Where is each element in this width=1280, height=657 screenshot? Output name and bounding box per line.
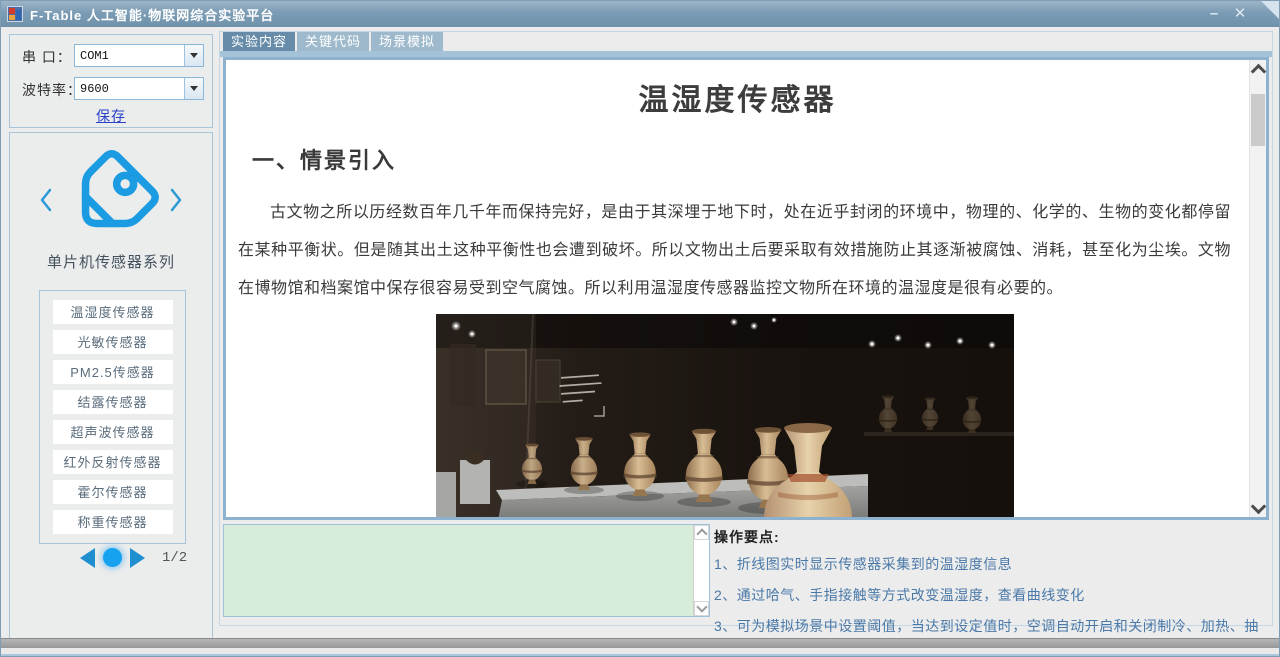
baud-rate-value: 9600 <box>75 78 184 99</box>
serial-port-label: 串 口： <box>22 47 72 67</box>
log-scroll-down-button[interactable] <box>694 601 709 616</box>
note-item: 1、折线图实时显示传感器采集到的温湿度信息 <box>714 554 1264 574</box>
sensor-button-ultrasonic[interactable]: 超声波传感器 <box>53 420 173 444</box>
app-logo-icon <box>7 6 23 22</box>
sensor-button-light[interactable]: 光敏传感器 <box>53 330 173 354</box>
document: 温湿度传感器 一、情景引入 古文物之所以历经数百年几千年而保持完好，是由于其深埋… <box>226 60 1249 517</box>
carousel-next-icon[interactable] <box>168 187 184 218</box>
carousel-prev-icon[interactable] <box>38 187 54 218</box>
museum-photo <box>436 314 1014 517</box>
sensor-button-ir-reflect[interactable]: 红外反射传感器 <box>53 450 173 474</box>
sensor-button-dew[interactable]: 结露传感器 <box>53 390 173 414</box>
log-scroll-up-button[interactable] <box>694 525 709 540</box>
page-dot-icon <box>103 548 122 567</box>
notes-title: 操作要点: <box>714 527 1264 547</box>
serial-port-value: COM1 <box>75 45 184 66</box>
dropdown-arrow-icon[interactable] <box>184 78 203 99</box>
pager: 1/2 <box>10 547 212 569</box>
page-next-icon[interactable] <box>130 548 145 568</box>
close-button[interactable]: ✕ <box>1229 4 1251 24</box>
save-link[interactable]: 保存 <box>10 106 212 126</box>
document-scrollbar[interactable] <box>1249 60 1266 517</box>
series-label: 单片机传感器系列 <box>10 251 212 272</box>
tag-icon <box>58 145 164 256</box>
dropdown-arrow-icon[interactable] <box>184 45 203 66</box>
titlebar[interactable]: F-Table 人工智能·物联网综合实验平台 – ✕ <box>1 1 1279 27</box>
sensor-button-hall[interactable]: 霍尔传感器 <box>53 480 173 504</box>
log-textarea[interactable] <box>223 524 710 617</box>
tab-bar: 实验内容 关键代码 场景模拟 <box>223 32 443 51</box>
window-resize-bar[interactable] <box>1 638 1279 648</box>
corner-fold-decoration <box>1261 1 1279 19</box>
sensor-button-temp-humidity[interactable]: 温湿度传感器 <box>53 300 173 324</box>
note-item: 2、通过哈气、手指接触等方式改变温湿度，查看曲线变化 <box>714 585 1264 605</box>
page-indicator: 1/2 <box>162 550 187 566</box>
sensor-series-carousel <box>10 141 212 257</box>
baud-rate-label: 波特率： <box>22 80 82 100</box>
doc-paragraph: 古文物之所以历经数百年几千年而保持完好，是由于其深埋于地下时，处在近乎封闭的环境… <box>238 194 1231 308</box>
sensor-button-pm25[interactable]: PM2.5传感器 <box>53 360 173 384</box>
tab-scene-simulation[interactable]: 场景模拟 <box>371 32 443 51</box>
serial-settings-panel: 串 口： COM1 波特率： 9600 保存 <box>9 34 213 128</box>
app-window: F-Table 人工智能·物联网综合实验平台 – ✕ 串 口： COM1 波特率… <box>0 0 1280 657</box>
sensor-list: 温湿度传感器 光敏传感器 PM2.5传感器 结露传感器 超声波传感器 红外反射传… <box>39 290 186 544</box>
log-scrollbar[interactable] <box>693 525 709 616</box>
doc-section-heading: 一、情景引入 <box>252 148 1249 174</box>
sensor-series-panel: 单片机传感器系列 温湿度传感器 光敏传感器 PM2.5传感器 结露传感器 超声波… <box>9 132 213 641</box>
minimize-button[interactable]: – <box>1203 4 1225 24</box>
baud-rate-select[interactable]: 9600 <box>74 77 204 100</box>
scroll-up-button[interactable] <box>1250 60 1266 77</box>
window-title: F-Table 人工智能·物联网综合实验平台 <box>30 5 274 24</box>
window-bottom-frame <box>1 648 1279 656</box>
sensor-button-weight[interactable]: 称重传感器 <box>53 510 173 534</box>
serial-port-select[interactable]: COM1 <box>74 44 204 67</box>
main-area: 实验内容 关键代码 场景模拟 温湿度传感器 一、情景引入 古文物之所以历经数百年… <box>219 31 1273 626</box>
tab-experiment-content[interactable]: 实验内容 <box>223 32 295 51</box>
scrollbar-thumb[interactable] <box>1251 94 1265 146</box>
page-prev-icon[interactable] <box>80 548 95 568</box>
scroll-down-button[interactable] <box>1250 500 1266 517</box>
document-panel: 温湿度传感器 一、情景引入 古文物之所以历经数百年几千年而保持完好，是由于其深埋… <box>223 57 1269 520</box>
tab-key-code[interactable]: 关键代码 <box>297 32 369 51</box>
doc-title: 温湿度传感器 <box>226 84 1249 118</box>
